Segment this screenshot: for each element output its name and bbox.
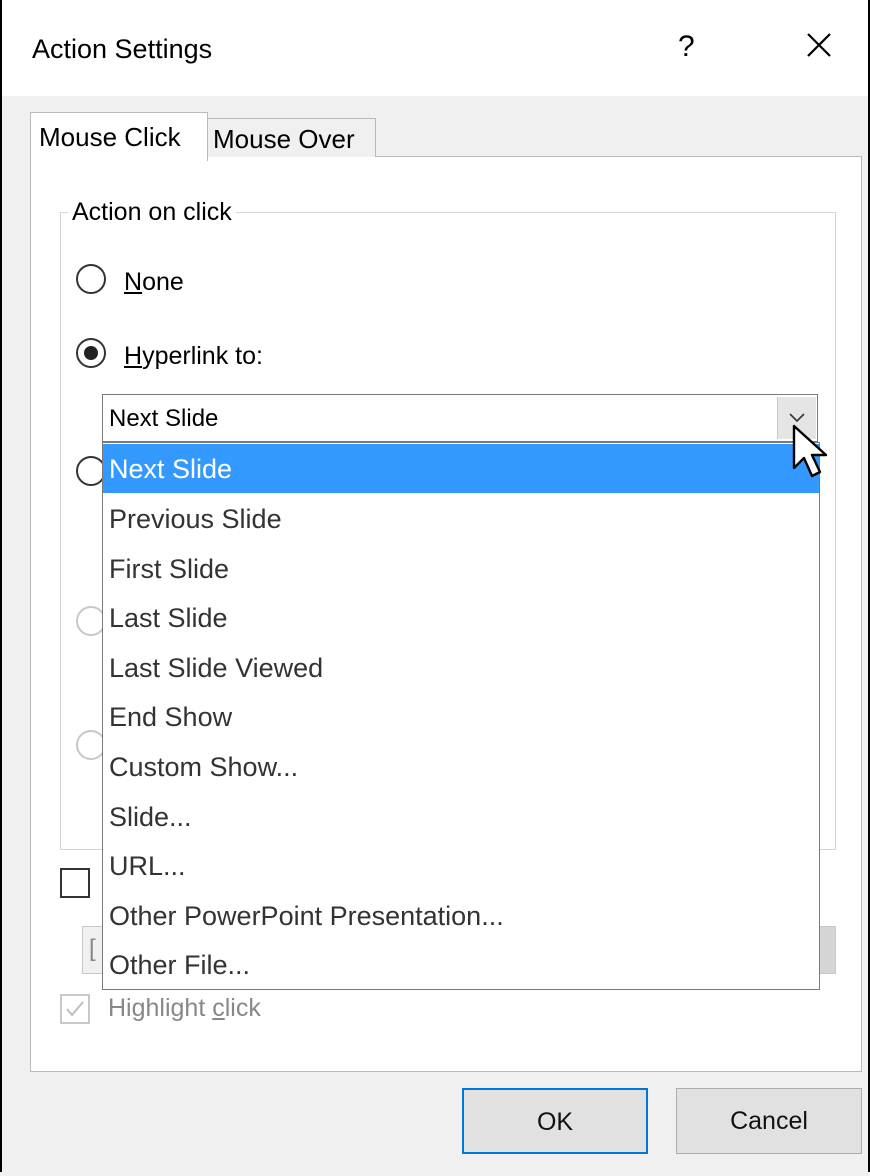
checkmark-icon xyxy=(66,1001,84,1017)
radio-hyperlink-label[interactable]: Hyperlink to: xyxy=(124,342,263,371)
radio-none-label[interactable]: None xyxy=(124,268,184,297)
hyperlink-combo[interactable]: Next Slide xyxy=(102,394,818,442)
close-icon[interactable] xyxy=(804,30,834,60)
mouse-cursor-icon xyxy=(792,424,828,478)
play-sound-checkbox[interactable] xyxy=(60,868,90,898)
accel-c: c xyxy=(212,994,225,1022)
help-button[interactable]: ? xyxy=(678,30,695,64)
dropdown-item-last-slide[interactable]: Last Slide xyxy=(103,593,819,642)
radio-none[interactable] xyxy=(76,264,106,294)
dropdown-item-previous-slide[interactable]: Previous Slide xyxy=(103,494,819,543)
ok-button[interactable]: OK xyxy=(462,1088,648,1154)
dropdown-item-slide[interactable]: Slide... xyxy=(103,792,819,841)
dropdown-item-first-slide[interactable]: First Slide xyxy=(103,544,819,593)
hyperlink-dropdown-list: Next Slide Previous Slide First Slide La… xyxy=(102,442,820,990)
action-group-label: Action on click xyxy=(68,198,236,227)
highlight-click-label-rest: lick xyxy=(224,994,261,1022)
cancel-button[interactable]: Cancel xyxy=(676,1088,862,1154)
dropdown-item-custom-show[interactable]: Custom Show... xyxy=(103,742,819,791)
hyperlink-combo-value: Next Slide xyxy=(109,405,219,432)
tab-mouse-click[interactable]: Mouse Click xyxy=(30,112,208,161)
dropdown-item-next-slide[interactable]: Next Slide xyxy=(103,444,819,493)
action-settings-dialog: Action Settings ? Mouse Click Mouse Over… xyxy=(0,0,870,1172)
radio-hyperlink-label-rest: yperlink to: xyxy=(142,342,263,370)
dialog-title: Action Settings xyxy=(32,34,213,64)
highlight-click-label-pre: Highlight xyxy=(108,994,213,1022)
accel-n: N xyxy=(124,268,143,296)
highlight-click-label: Highlight click xyxy=(108,994,261,1023)
radio-none-label-rest: one xyxy=(142,268,184,296)
highlight-click-checkbox xyxy=(60,994,90,1024)
dropdown-item-other-presentation[interactable]: Other PowerPoint Presentation... xyxy=(103,891,819,940)
dropdown-item-end-show[interactable]: End Show xyxy=(103,692,819,741)
radio-hyperlink[interactable] xyxy=(76,338,106,368)
accel-h: H xyxy=(124,342,143,370)
dropdown-item-url[interactable]: URL... xyxy=(103,841,819,890)
play-sound-value: [ xyxy=(89,935,96,962)
dropdown-item-last-slide-viewed[interactable]: Last Slide Viewed xyxy=(103,643,819,692)
tab-mouse-over[interactable]: Mouse Over xyxy=(204,118,376,157)
dropdown-item-other-file[interactable]: Other File... xyxy=(103,940,819,989)
title-bar: Action Settings ? xyxy=(2,0,868,96)
